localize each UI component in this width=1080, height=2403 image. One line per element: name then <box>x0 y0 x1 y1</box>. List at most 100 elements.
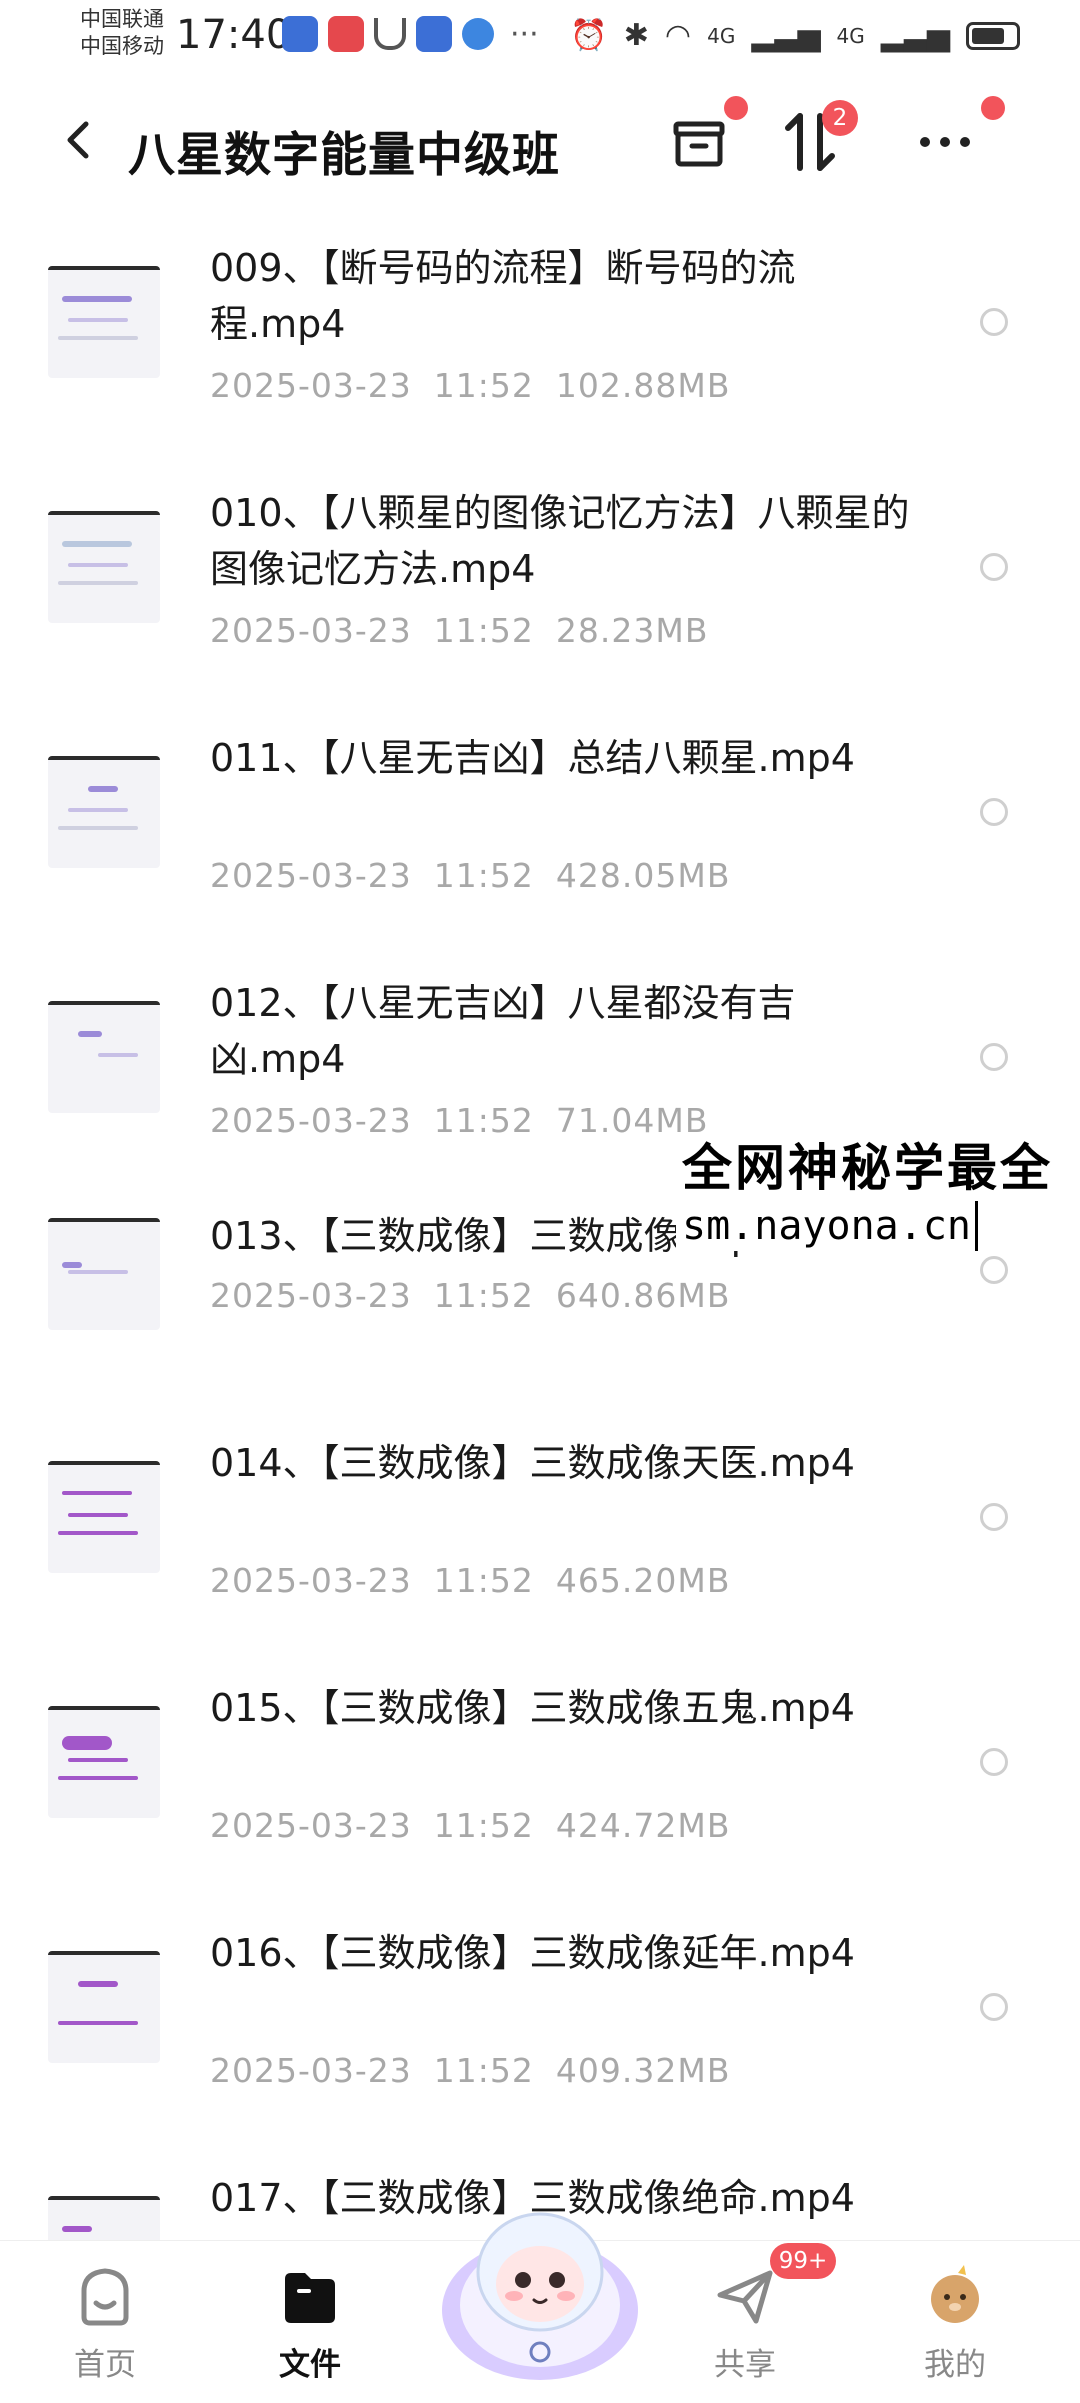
paper-plane-icon <box>717 2270 773 2324</box>
avatar-icon <box>931 2265 979 2323</box>
video-thumbnail <box>48 1001 160 1113</box>
file-name: 015、【三数成像】三数成像五鬼.mp4 <box>210 1686 855 1730</box>
network-type-1: 4G <box>707 23 736 48</box>
video-thumbnail <box>48 1706 160 1818</box>
app-notification-icon-2 <box>416 16 452 52</box>
nav-share-label: 共享 <box>714 2347 776 2383</box>
folder-icon <box>285 2273 335 2323</box>
file-meta: 2025-03-23 11:52 424.72MB <box>210 1806 730 1845</box>
more-red-dot <box>981 96 1005 120</box>
signal-icon-2: ▂▃▅ <box>880 18 950 53</box>
status-bar: 中国联通 中国移动 17:40 ··· ⏰ ✱ ◠ 4G ▂▃▅ 4G ▂▃▅ <box>0 0 1080 80</box>
file-item[interactable]: 014、【三数成像】三数成像天医.mp4 2025-03-23 11:52 465.… <box>0 1423 1080 1668</box>
file-date: 2025-03-23 <box>210 2051 412 2090</box>
file-item[interactable]: 011、【八星无吉凶】总结八颗星.mp4 2025-03-23 11:52 428.… <box>0 718 1080 963</box>
nav-files-label: 文件 <box>279 2347 341 2383</box>
video-thumbnail <box>48 1461 160 1573</box>
share-badge: 99+ <box>770 2243 836 2279</box>
carrier-info: 中国联通 中国移动 <box>80 6 164 60</box>
file-name: 012、【八星无吉凶】八星都没有吉凶.mp4 <box>210 981 796 1081</box>
file-date: 2025-03-23 <box>210 856 412 895</box>
file-time: 11:52 <box>433 366 534 405</box>
page-title: 八星数字能量中级班 <box>128 128 560 183</box>
select-radio[interactable] <box>980 1256 1008 1284</box>
archive-red-dot <box>724 96 748 120</box>
select-radio[interactable] <box>980 1748 1008 1776</box>
select-radio[interactable] <box>980 1503 1008 1531</box>
select-radio[interactable] <box>980 553 1008 581</box>
more-icon <box>920 137 970 147</box>
more-notifications-icon: ··· <box>510 16 539 52</box>
carrier-unicom: 中国联通 <box>80 7 164 31</box>
notification-icons: ··· <box>282 16 539 52</box>
file-meta: 2025-03-23 11:52 409.32MB <box>210 2051 730 2090</box>
watermark-line1: 全网神秘学最全 <box>682 1139 1053 1197</box>
file-item[interactable]: 015、【三数成像】三数成像五鬼.mp4 2025-03-23 11:52 424.… <box>0 1668 1080 1913</box>
file-date: 2025-03-23 <box>210 1806 412 1845</box>
magnet-notification-icon <box>374 18 406 50</box>
file-size: 409.32MB <box>555 2051 731 2090</box>
select-radio[interactable] <box>980 308 1008 336</box>
alarm-icon: ⏰ <box>570 18 608 53</box>
file-size: 465.20MB <box>555 1561 731 1600</box>
watermark-overlay: 全网神秘学最全 sm.nayona.cn <box>676 1135 1076 1251</box>
file-meta: 2025-03-23 11:52 640.86MB <box>210 1276 730 1315</box>
signal-icon: ▂▃▅ <box>751 18 821 53</box>
file-time: 11:52 <box>433 2051 534 2090</box>
bluetooth-icon: ✱ <box>623 18 649 53</box>
select-radio[interactable] <box>980 1043 1008 1071</box>
select-radio[interactable] <box>980 798 1008 826</box>
file-time: 11:52 <box>433 1101 534 1140</box>
file-meta: 2025-03-23 11:52 28.23MB <box>210 611 708 650</box>
huawei-notification-icon <box>328 16 364 52</box>
system-icons: ⏰ ✱ ◠ 4G ▂▃▅ 4G ▂▃▅ <box>570 18 1020 53</box>
watermark-line2: sm.nayona.cn <box>682 1201 978 1251</box>
more-button[interactable] <box>905 96 1005 182</box>
file-date: 2025-03-23 <box>210 611 412 650</box>
file-list: 009、【断号码的流程】断号码的流程.mp4 2025-03-23 11:52 10… <box>0 228 1080 2403</box>
file-size: 102.88MB <box>555 366 731 405</box>
file-name: 016、【三数成像】三数成像延年.mp4 <box>210 1931 855 1975</box>
file-size: 640.86MB <box>555 1276 731 1315</box>
select-radio[interactable] <box>980 1993 1008 2021</box>
video-thumbnail <box>48 756 160 868</box>
archive-button[interactable] <box>660 96 748 182</box>
file-date: 2025-03-23 <box>210 1101 412 1140</box>
file-date: 2025-03-23 <box>210 1276 412 1315</box>
back-button[interactable] <box>50 110 110 170</box>
video-thumbnail <box>48 266 160 378</box>
video-thumbnail <box>48 1951 160 2063</box>
app-notification-icon <box>282 16 318 52</box>
status-time: 17:40 <box>176 12 292 58</box>
file-name: 011、【八星无吉凶】总结八颗星.mp4 <box>210 736 855 780</box>
file-meta: 2025-03-23 11:52 71.04MB <box>210 1101 708 1140</box>
file-date: 2025-03-23 <box>210 1561 412 1600</box>
nav-home-label: 首页 <box>74 2347 136 2383</box>
video-thumbnail <box>48 1218 160 1330</box>
file-time: 11:52 <box>433 1806 534 1845</box>
file-size: 428.05MB <box>555 856 731 895</box>
file-item[interactable]: 009、【断号码的流程】断号码的流程.mp4 2025-03-23 11:52 10… <box>0 228 1080 473</box>
mascot-assistant-button[interactable] <box>430 2180 650 2390</box>
file-item[interactable]: 010、【八颗星的图像记忆方法】八颗星的图像记忆方法.mp4 2025-03-2… <box>0 473 1080 718</box>
wifi-icon: ◠ <box>664 18 692 53</box>
network-type-2: 4G <box>836 23 865 48</box>
nav-home[interactable]: 首页 <box>35 2261 175 2383</box>
sort-button[interactable]: 2 <box>772 100 858 182</box>
carrier-mobile: 中国移动 <box>80 34 164 58</box>
battery-icon <box>966 21 1020 50</box>
video-thumbnail <box>48 511 160 623</box>
sort-badge: 2 <box>822 100 858 136</box>
file-time: 11:52 <box>433 1276 534 1315</box>
nav-files[interactable]: 文件 <box>240 2261 380 2383</box>
file-date: 2025-03-23 <box>210 366 412 405</box>
file-size: 424.72MB <box>555 1806 731 1845</box>
nav-mine[interactable]: 我的 <box>885 2261 1025 2383</box>
browser-notification-icon <box>462 18 494 50</box>
page-header: 八星数字能量中级班 2 <box>0 90 1080 200</box>
file-time: 11:52 <box>433 856 534 895</box>
nav-share[interactable]: 99+ 共享 <box>675 2243 836 2383</box>
nav-mine-label: 我的 <box>924 2347 986 2383</box>
file-size: 28.23MB <box>555 611 709 650</box>
file-item[interactable]: 016、【三数成像】三数成像延年.mp4 2025-03-23 11:52 409.… <box>0 1913 1080 2158</box>
